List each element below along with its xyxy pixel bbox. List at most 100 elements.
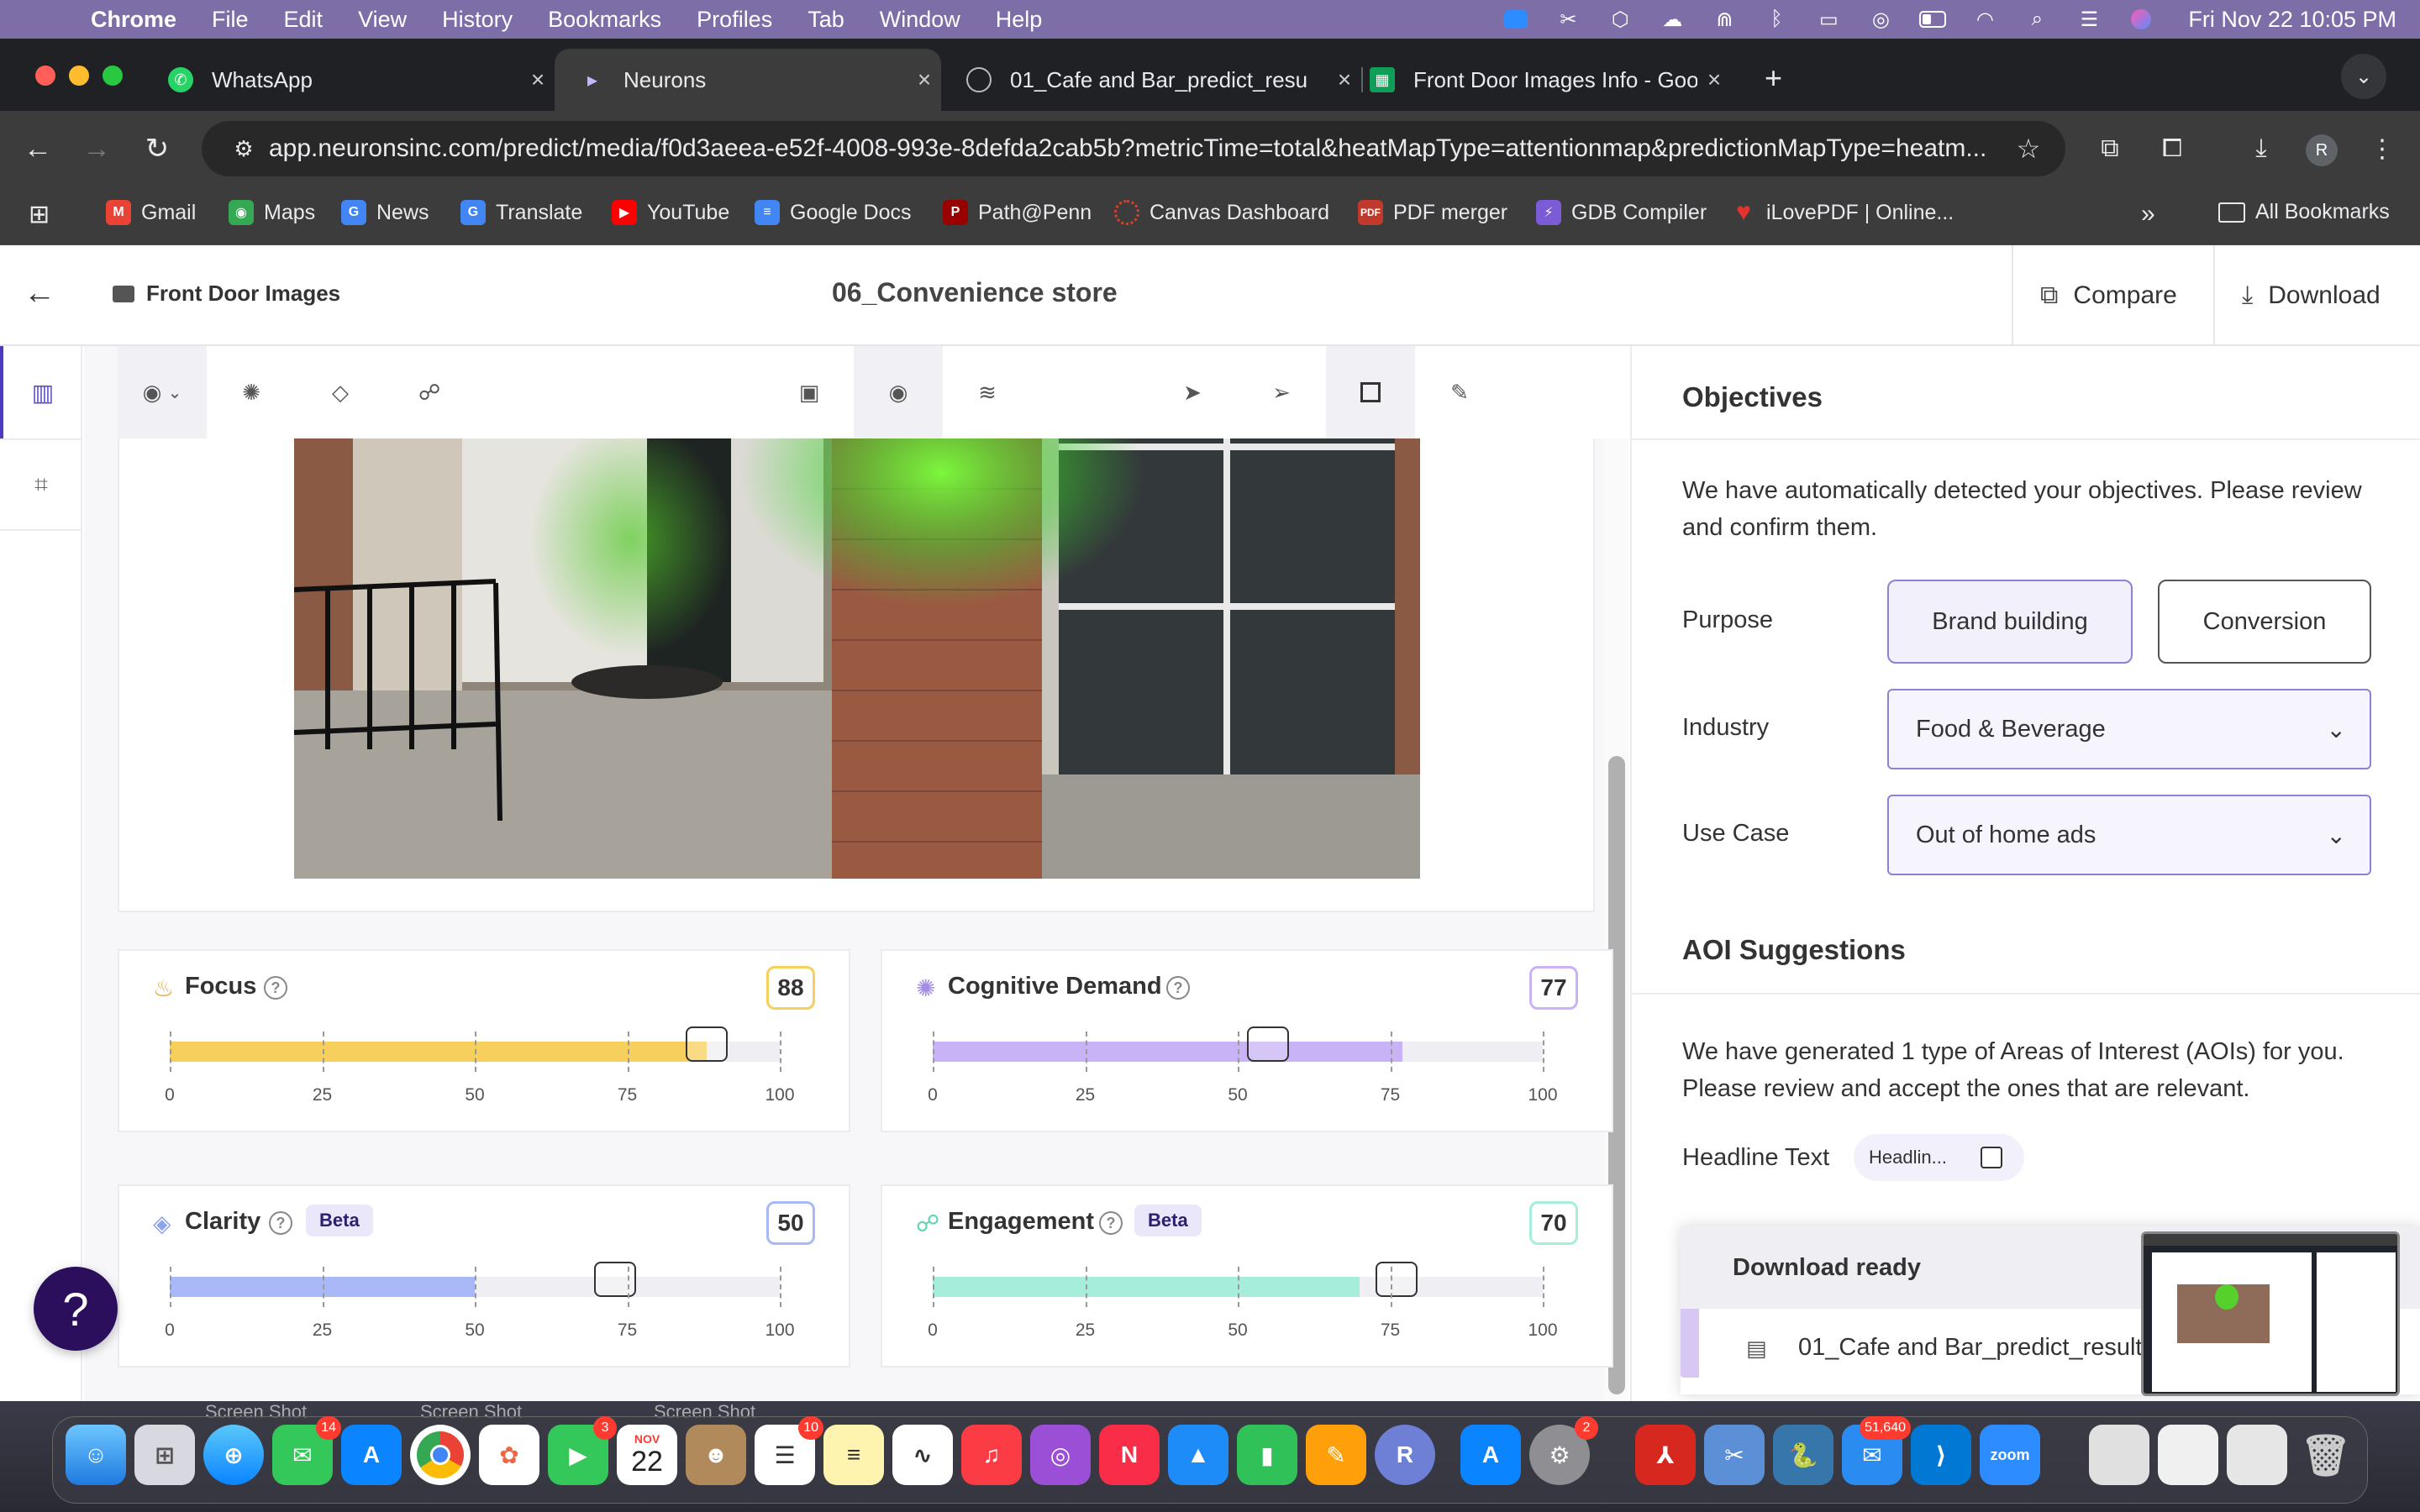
menu-window[interactable]: Window [880, 7, 960, 33]
all-bookmarks-folder[interactable]: All Bookmarks [2218, 200, 2390, 224]
battery-icon[interactable] [1919, 8, 1947, 30]
acrobat-icon[interactable]: ⅄ [1635, 1425, 1696, 1485]
tab-cafe-bar-result[interactable]: 01_Cafe and Bar_predict_resu × [941, 49, 1361, 111]
bookmark-star-icon[interactable]: ☆ [2003, 133, 2054, 165]
zoom-tray-icon[interactable] [1502, 8, 1529, 30]
chrome-dock-icon[interactable] [410, 1425, 471, 1485]
system-settings-icon[interactable]: ⚙ 2 [1529, 1416, 1598, 1485]
display-icon[interactable]: ▭ [1815, 8, 1842, 31]
clarity-map-button[interactable]: ◇ [296, 346, 385, 438]
tab-search-icon[interactable]: ⌄ [2341, 54, 2386, 99]
bookmark-gmail[interactable]: M Gmail [106, 200, 196, 225]
wifi-icon[interactable]: ◠ [1971, 8, 1998, 31]
metric-benchmark-handle[interactable] [1247, 1026, 1290, 1062]
menu-view[interactable]: View [358, 7, 407, 33]
select-tool-button[interactable]: ➤ [1148, 346, 1237, 438]
profile-avatar[interactable]: R [2306, 134, 2338, 166]
spotlight-search-icon[interactable]: ⌕ [2023, 8, 2050, 30]
creative-cloud-tray-icon[interactable]: ☁ [1659, 8, 1686, 31]
keynote-icon[interactable]: ▲ [1168, 1425, 1228, 1485]
aoi-headline-chip[interactable]: Headlin... [1854, 1134, 2024, 1181]
menu-tab[interactable]: Tab [808, 7, 844, 33]
extensions-puzzle-icon[interactable]: ⧠ [2151, 128, 2193, 170]
use-case-select[interactable]: Out of home ads ⌄ [1887, 795, 2371, 875]
compare-button[interactable]: ⧉ Compare [2012, 245, 2213, 346]
purpose-brand-building-button[interactable]: Brand building [1887, 580, 2133, 664]
metric-benchmark-handle[interactable] [1375, 1262, 1418, 1297]
contacts-icon[interactable]: ☻ [686, 1425, 746, 1485]
metric-benchmark-handle[interactable] [685, 1026, 728, 1062]
photos-icon[interactable]: ✿ [479, 1425, 539, 1485]
menu-bookmarks[interactable]: Bookmarks [548, 7, 661, 33]
metric-benchmark-handle[interactable] [593, 1262, 636, 1297]
app-store-icon[interactable]: A [1460, 1425, 1521, 1485]
tab-neurons[interactable]: ▸ Neurons × [555, 49, 941, 111]
site-info-icon[interactable]: ⚙ [218, 136, 269, 162]
music-icon[interactable]: ♫ [961, 1425, 1022, 1485]
filter-settings-button[interactable]: ≋ [943, 346, 1032, 438]
engagement-map-button[interactable]: ☍ [385, 346, 474, 438]
download-file-link[interactable]: 01_Cafe and Bar_predict_result [1798, 1334, 2142, 1362]
pages-icon[interactable]: ✎ [1306, 1425, 1366, 1485]
bookmark-google-docs[interactable]: ≡ Google Docs [755, 200, 912, 225]
chrome-menu-icon[interactable]: ⋮ [2361, 128, 2403, 170]
podcasts-icon[interactable]: ◎ [1030, 1425, 1091, 1485]
finder-icon[interactable]: ☺ [66, 1425, 126, 1485]
back-arrow-icon[interactable]: ← [24, 276, 55, 312]
help-circle-icon[interactable]: ? [1166, 976, 1190, 1000]
safari-icon[interactable]: ⊕ [203, 1425, 264, 1485]
bookmark-maps[interactable]: ◉ Maps [229, 200, 315, 225]
launchpad-icon[interactable]: ⊞ [134, 1425, 195, 1485]
menubar-clock[interactable]: Fri Nov 22 10:05 PM [2188, 7, 2396, 33]
purpose-conversion-button[interactable]: Conversion [2158, 580, 2371, 664]
help-chat-button[interactable]: ? [34, 1267, 118, 1351]
rectangle-tool-button[interactable] [1326, 346, 1415, 438]
translate-extension-icon[interactable]: ⧉ [2089, 128, 2131, 170]
zoom-app-icon[interactable]: zoom [1980, 1425, 2040, 1485]
menu-edit[interactable]: Edit [284, 7, 324, 33]
facetime-icon[interactable]: ▶ 3 [548, 1416, 617, 1485]
screenshot-thumbnail-preview[interactable] [2141, 1231, 2400, 1396]
pointer-tool-button[interactable]: ➢ [1237, 346, 1326, 438]
menu-profiles[interactable]: Profiles [697, 7, 772, 33]
freeform-icon[interactable]: ∿ [892, 1425, 953, 1485]
vscode-icon[interactable]: ⟩ [1911, 1425, 1971, 1485]
bookmark-canvas[interactable]: Canvas Dashboard [1114, 200, 1329, 225]
aoi-accept-checkbox[interactable] [1980, 1147, 2002, 1168]
numbers-icon[interactable]: ▮ [1237, 1425, 1297, 1485]
notes-icon[interactable]: ≡ [823, 1425, 884, 1485]
close-tab-icon[interactable]: × [521, 66, 555, 93]
close-tab-icon[interactable]: × [1697, 66, 1731, 93]
recent-document-icon[interactable] [2089, 1425, 2149, 1485]
scissors-tray-icon[interactable]: ✂ [1555, 8, 1581, 31]
airpods-tray-icon[interactable]: ⋒ [1711, 8, 1738, 31]
new-tab-icon[interactable]: + [1765, 60, 1782, 96]
screenshot-tool-icon[interactable]: ✂ [1704, 1425, 1765, 1485]
rail-metrics-button[interactable]: ▥ [0, 346, 82, 438]
view-mode-dropdown[interactable]: ◉ ⌄ [118, 346, 207, 438]
chatgpt-tray-icon[interactable]: ⬡ [1607, 8, 1634, 31]
back-icon[interactable]: ← [17, 128, 59, 170]
airdrop-icon[interactable]: ◎ [1867, 8, 1894, 31]
forward-icon[interactable]: → [76, 128, 118, 170]
recent-document-icon[interactable] [2227, 1425, 2287, 1485]
calendar-icon[interactable]: NOV 22 [617, 1425, 677, 1485]
more-bookmarks-icon[interactable]: » [2141, 200, 2155, 228]
cognitive-map-button[interactable]: ✺ [207, 346, 296, 438]
app-store-alt-icon[interactable]: A [341, 1425, 402, 1485]
r-app-icon[interactable]: R [1375, 1425, 1435, 1485]
menu-app-chrome[interactable]: Chrome [91, 7, 176, 33]
help-circle-icon[interactable]: ? [1099, 1211, 1123, 1235]
bookmark-pdf-merger[interactable]: PDF PDF merger [1358, 200, 1507, 225]
bookmark-path-at-penn[interactable]: P Path@Penn [943, 200, 1092, 225]
tab-whatsapp[interactable]: ✆ WhatsApp × [143, 49, 555, 111]
window-close-button[interactable] [35, 66, 55, 86]
bookmark-news[interactable]: G News [341, 200, 429, 225]
bookmark-translate[interactable]: G Translate [460, 200, 582, 225]
window-zoom-button[interactable] [103, 66, 123, 86]
reminders-icon[interactable]: ☰ 10 [755, 1416, 823, 1485]
menu-file[interactable]: File [212, 7, 249, 33]
url-text[interactable]: app.neuronsinc.com/predict/media/f0d3aee… [269, 134, 2003, 163]
menu-history[interactable]: History [442, 7, 513, 33]
rail-aoi-button[interactable]: ⌗ [0, 438, 82, 531]
